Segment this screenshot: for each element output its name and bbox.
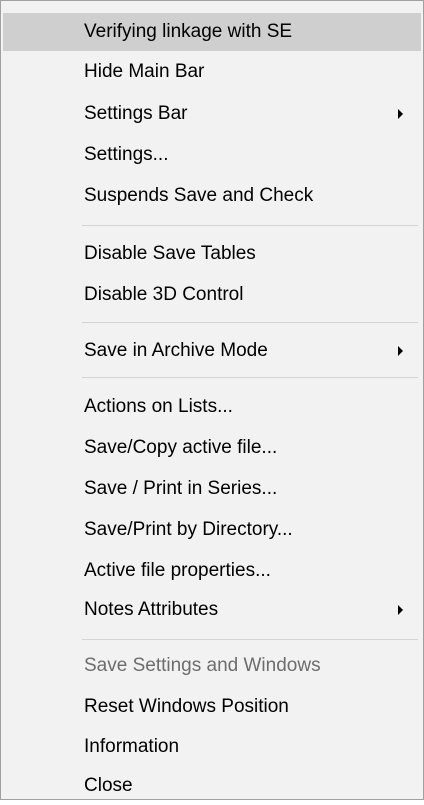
menu-item-settings-bar[interactable]: Settings Bar	[3, 95, 421, 133]
menu-item-label: Disable 3D Control	[84, 284, 244, 305]
submenu-arrow-icon	[398, 605, 403, 615]
menu-item-disable-save-tables[interactable]: Disable Save Tables	[3, 235, 421, 273]
menu-item-save-print-in-series[interactable]: Save / Print in Series...	[3, 470, 421, 508]
menu-item-label: Active file properties...	[84, 560, 271, 581]
menu-item-label: Suspends Save and Check	[84, 185, 314, 206]
menu-item-reset-windows-position[interactable]: Reset Windows Position	[3, 688, 421, 726]
menu-item-save-settings-and-windows: Save Settings and Windows	[3, 647, 421, 685]
menu-item-verifying-linkage[interactable]: Verifying linkage with SE	[3, 13, 421, 51]
context-menu: Verifying linkage with SE Hide Main Bar …	[0, 0, 424, 800]
menu-item-label: Notes Attributes	[84, 599, 219, 620]
menu-item-label: Disable Save Tables	[84, 243, 256, 264]
menu-item-save-in-archive-mode[interactable]: Save in Archive Mode	[3, 332, 421, 370]
menu-item-label: Save in Archive Mode	[84, 340, 268, 361]
menu-item-label: Save/Print by Directory...	[84, 519, 293, 540]
menu-item-close[interactable]: Close	[3, 767, 421, 805]
menu-separator	[82, 322, 418, 323]
menu-item-label: Actions on Lists...	[84, 396, 233, 417]
menu-item-hide-main-bar[interactable]: Hide Main Bar	[3, 53, 421, 91]
menu-item-notes-attributes[interactable]: Notes Attributes	[3, 591, 421, 629]
menu-separator	[82, 639, 418, 640]
menu-separator	[82, 377, 418, 378]
submenu-arrow-icon	[398, 109, 403, 119]
menu-item-label: Close	[84, 775, 133, 796]
menu-item-label: Settings Bar	[84, 103, 188, 124]
menu-item-label: Save Settings and Windows	[84, 655, 321, 676]
submenu-arrow-icon	[398, 346, 403, 356]
menu-item-label: Save/Copy active file...	[84, 437, 278, 458]
menu-item-suspends-save-and-check[interactable]: Suspends Save and Check	[3, 177, 421, 215]
menu-item-disable-3d-control[interactable]: Disable 3D Control	[3, 276, 421, 314]
menu-item-label: Information	[84, 736, 180, 757]
menu-item-label: Save / Print in Series...	[84, 478, 278, 499]
menu-separator	[82, 225, 418, 226]
menu-item-label: Hide Main Bar	[84, 61, 205, 82]
menu-item-label: Reset Windows Position	[84, 696, 289, 717]
menu-item-label: Settings...	[84, 144, 169, 165]
menu-item-active-file-properties[interactable]: Active file properties...	[3, 552, 421, 590]
menu-item-save-copy-active-file[interactable]: Save/Copy active file...	[3, 429, 421, 467]
menu-item-actions-on-lists[interactable]: Actions on Lists...	[3, 388, 421, 426]
menu-item-label: Verifying linkage with SE	[84, 21, 293, 42]
menu-item-settings[interactable]: Settings...	[3, 136, 421, 174]
menu-item-save-print-by-directory[interactable]: Save/Print by Directory...	[3, 511, 421, 549]
menu-item-information[interactable]: Information	[3, 728, 421, 766]
